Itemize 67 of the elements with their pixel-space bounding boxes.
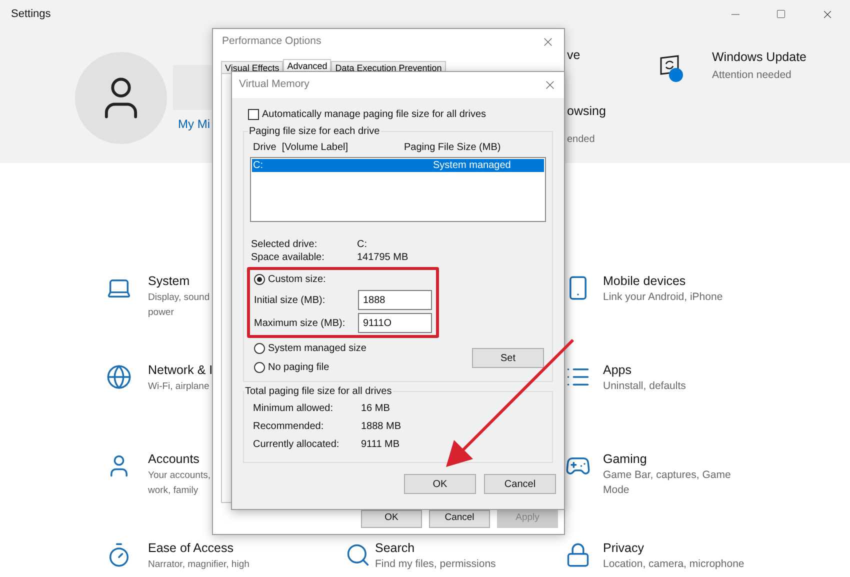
field-label: Maximum size (MB):	[254, 316, 346, 330]
category-description: Display, sound	[148, 291, 210, 305]
category-title[interactable]: Mobile devices	[603, 273, 723, 290]
dialog-button[interactable]: Cancel	[429, 510, 490, 528]
input-field[interactable]: 1888	[358, 290, 432, 310]
category-description: Link your Android, iPhone	[603, 290, 723, 305]
category-description: ended	[567, 132, 596, 147]
info-value: C:	[357, 238, 367, 251]
radio-button[interactable]	[254, 343, 265, 354]
category-description: Find my files, permissions	[375, 557, 496, 572]
category-title[interactable]: Search	[375, 540, 496, 557]
group-label: Paging file size for each drive	[248, 125, 381, 139]
update-title[interactable]: Windows Update	[712, 48, 806, 67]
category-title[interactable]: Accounts	[148, 451, 210, 468]
radio-label: No paging file	[268, 361, 330, 375]
category-title[interactable]: owsing	[567, 102, 650, 121]
category-description: Location, camera, microphone	[603, 557, 744, 572]
dialog-button[interactable]: OK	[404, 474, 476, 494]
category-title[interactable]: Gaming	[603, 451, 731, 468]
info-value: 141795 MB	[357, 251, 408, 264]
input-field[interactable]: 9111O	[358, 313, 432, 333]
search-icon	[345, 542, 371, 568]
category-title[interactable]: Privacy	[603, 540, 744, 557]
set-button[interactable]: Set	[472, 348, 544, 368]
field-label: Initial size (MB):	[254, 294, 326, 308]
column-header: Drive [Volume Label]	[253, 141, 350, 155]
update-icon	[658, 54, 684, 84]
info-value: 16 MB	[361, 402, 390, 415]
info-label: Currently allocated:	[253, 438, 340, 451]
checkbox-label: Automatically manage paging file size for all drives	[262, 108, 486, 122]
category-description: Wi-Fi, airplane	[148, 380, 210, 394]
info-label: Space available:	[250, 251, 326, 264]
category-title[interactable]: System	[148, 273, 210, 290]
radio-label: System managed size	[268, 342, 366, 356]
window-title: Settings	[11, 6, 51, 22]
account-link[interactable]: My Mi	[178, 115, 215, 133]
dialog-button[interactable]: OK	[361, 510, 422, 528]
category-title[interactable]: Network & I	[148, 362, 213, 379]
info-label: Recommended:	[253, 420, 325, 433]
group-label: Total paging file size for all drives	[244, 385, 393, 399]
info-value: 9111 MB	[361, 438, 400, 451]
globe-icon	[106, 364, 132, 390]
radio-button[interactable]	[254, 362, 265, 373]
dialog-title: Virtual Memory	[239, 77, 310, 92]
category-description: work, family	[148, 484, 200, 498]
radio-label: Custom size:	[268, 273, 326, 287]
info-label: Selected drive:	[250, 238, 318, 251]
info-value: 1888 MB	[361, 420, 402, 433]
category-description: Your accounts,	[148, 469, 210, 483]
checkbox[interactable]	[248, 109, 259, 120]
info-label: Minimum allowed:	[253, 402, 334, 415]
category-title[interactable]: Apps	[603, 362, 686, 379]
update-status: Attention needed	[712, 68, 792, 83]
drive-row[interactable]: C: System managed	[252, 159, 544, 172]
lock-icon	[565, 542, 591, 568]
name-placeholder	[173, 65, 215, 110]
category-description: Mode	[603, 483, 630, 498]
category-description: Game Bar, captures, Game	[603, 468, 731, 483]
column-header: Paging File Size (MB)	[404, 141, 501, 155]
category-description: power	[148, 306, 175, 320]
dialog-title: Performance Options	[222, 34, 322, 50]
category-description: Uninstall, defaults	[603, 379, 686, 394]
dialog-button[interactable]: Cancel	[484, 474, 556, 494]
category-description: Narrator, magnifier, high	[148, 558, 250, 572]
radio-button[interactable]	[254, 274, 265, 285]
category-title[interactable]: Ease of Access	[148, 540, 250, 557]
category-title[interactable]: ve	[567, 46, 650, 65]
